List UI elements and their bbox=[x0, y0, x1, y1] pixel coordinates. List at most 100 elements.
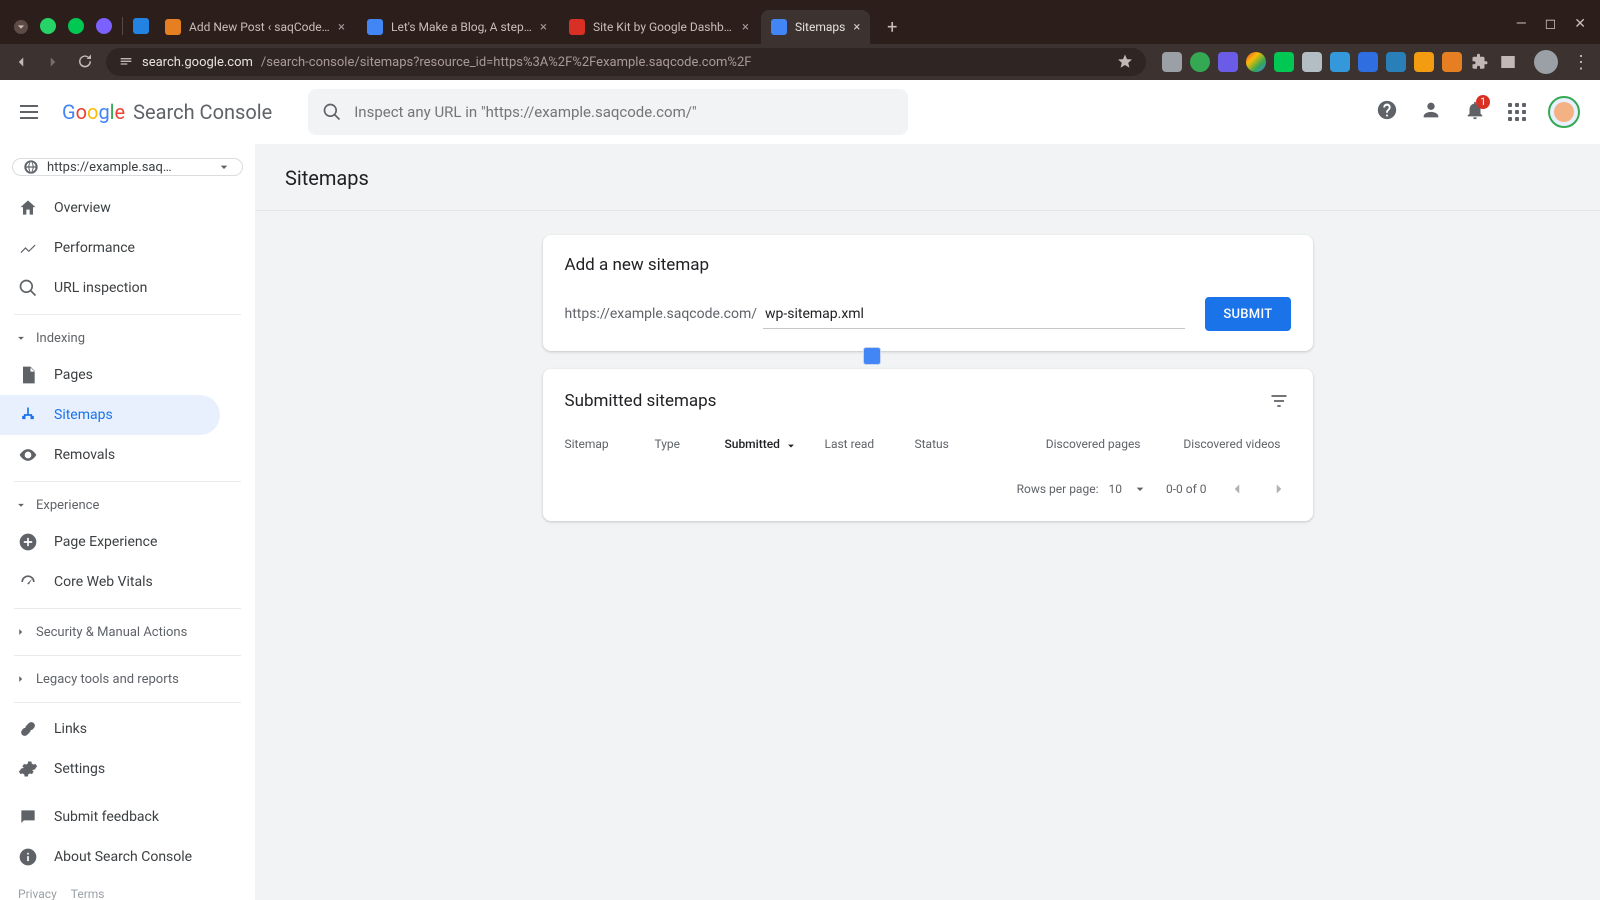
pages-icon bbox=[18, 365, 38, 385]
col-disc-videos[interactable]: Discovered videos bbox=[1151, 437, 1291, 451]
window-minimize-icon[interactable]: — bbox=[1516, 16, 1527, 32]
extension-icon[interactable] bbox=[1358, 52, 1378, 72]
url-inspect-input[interactable] bbox=[354, 103, 894, 121]
translate-icon[interactable] bbox=[863, 347, 881, 365]
window-titlebar bbox=[0, 0, 1600, 8]
extension-icon[interactable] bbox=[1330, 52, 1350, 72]
main-menu-button[interactable] bbox=[20, 100, 44, 124]
tab-close-icon[interactable]: × bbox=[853, 20, 860, 35]
users-icon[interactable] bbox=[1420, 99, 1442, 125]
sidebar-section-indexing[interactable]: Indexing bbox=[0, 321, 255, 355]
google-apps-button[interactable] bbox=[1508, 103, 1526, 121]
extension-icon[interactable] bbox=[1162, 52, 1182, 72]
search-icon bbox=[18, 278, 38, 298]
filter-button[interactable] bbox=[1267, 389, 1291, 413]
window-close-icon[interactable]: ✕ bbox=[1574, 16, 1586, 32]
sidebar-item-label: URL inspection bbox=[54, 280, 147, 296]
notification-badge: 1 bbox=[1476, 95, 1490, 109]
prev-page-button[interactable] bbox=[1225, 477, 1249, 501]
window-maximize-icon[interactable]: ◻ bbox=[1545, 16, 1557, 32]
sidebar-section-experience[interactable]: Experience bbox=[0, 488, 255, 522]
sidebar-section-label: Legacy tools and reports bbox=[36, 672, 179, 687]
browser-tab[interactable]: Site Kit by Google Dashboard ‹… × bbox=[559, 10, 759, 44]
extension-icon[interactable] bbox=[1274, 52, 1294, 72]
sidebar-item-core-web-vitals[interactable]: Core Web Vitals bbox=[0, 562, 255, 602]
extension-icon[interactable] bbox=[1218, 52, 1238, 72]
search-icon bbox=[322, 102, 342, 122]
chevron-down-icon[interactable] bbox=[1132, 481, 1148, 497]
sort-desc-icon bbox=[784, 437, 798, 451]
chevron-right-icon bbox=[14, 672, 28, 686]
col-disc-pages[interactable]: Discovered pages bbox=[1015, 437, 1151, 451]
account-avatar[interactable] bbox=[1548, 96, 1580, 128]
bookmark-star-icon[interactable] bbox=[1116, 53, 1134, 71]
gsc-logo[interactable]: Google Search Console bbox=[62, 100, 272, 124]
url-inspect-search[interactable] bbox=[308, 89, 908, 135]
terms-link[interactable]: Terms bbox=[71, 887, 105, 900]
pinned-ext-icon[interactable] bbox=[68, 18, 84, 34]
col-status[interactable]: Status bbox=[915, 437, 1015, 451]
chevron-right-icon bbox=[14, 625, 28, 639]
globe-icon bbox=[23, 159, 39, 175]
new-tab-button[interactable]: + bbox=[878, 13, 906, 41]
sitemap-path-input[interactable] bbox=[763, 300, 1185, 329]
sidebar-item-label: About Search Console bbox=[54, 849, 192, 865]
help-icon[interactable] bbox=[1376, 99, 1398, 125]
col-submitted[interactable]: Submitted bbox=[725, 437, 825, 451]
col-sitemap[interactable]: Sitemap bbox=[565, 437, 655, 451]
sidebar-item-links[interactable]: Links bbox=[0, 709, 255, 749]
sidebar-item-url-inspection[interactable]: URL inspection bbox=[0, 268, 255, 308]
side-panel-icon[interactable] bbox=[1498, 52, 1518, 72]
chrome-profile-avatar[interactable] bbox=[1534, 50, 1558, 74]
extension-icon[interactable] bbox=[1246, 52, 1266, 72]
property-selector[interactable]: https://example.saq… bbox=[12, 158, 243, 176]
trend-icon bbox=[18, 238, 38, 258]
sidebar-item-removals[interactable]: Removals bbox=[0, 435, 255, 475]
sidebar-item-feedback[interactable]: Submit feedback bbox=[0, 797, 255, 837]
browser-tab[interactable]: Let's Make a Blog, A step-by-st… × bbox=[357, 10, 557, 44]
tab-close-icon[interactable]: × bbox=[742, 20, 749, 35]
col-type[interactable]: Type bbox=[655, 437, 725, 451]
nav-reload-button[interactable] bbox=[74, 51, 96, 73]
sidebar-item-page-experience[interactable]: Page Experience bbox=[0, 522, 255, 562]
page-range: 0-0 of 0 bbox=[1166, 482, 1207, 496]
url-field[interactable]: search.google.com/search-console/sitemap… bbox=[106, 48, 1146, 76]
nav-forward-button[interactable] bbox=[42, 51, 64, 73]
sidebar-item-pages[interactable]: Pages bbox=[0, 355, 255, 395]
chrome-menu-icon[interactable]: ⋮ bbox=[1572, 52, 1590, 73]
nav-back-button[interactable] bbox=[10, 51, 32, 73]
extension-icon[interactable] bbox=[1386, 52, 1406, 72]
browser-tab-active[interactable]: Sitemaps × bbox=[761, 10, 870, 44]
extension-icon[interactable] bbox=[1302, 52, 1322, 72]
browser-tab[interactable]: Add New Post ‹ saqCode — W… × bbox=[155, 10, 355, 44]
sidebar-section-security[interactable]: Security & Manual Actions bbox=[0, 615, 255, 649]
next-page-button[interactable] bbox=[1267, 477, 1291, 501]
tab-close-icon[interactable]: × bbox=[540, 20, 547, 35]
extension-icon[interactable] bbox=[1190, 52, 1210, 72]
pinned-ext-icon[interactable] bbox=[40, 18, 56, 34]
extensions-puzzle-icon[interactable] bbox=[1470, 52, 1490, 72]
privacy-link[interactable]: Privacy bbox=[18, 887, 57, 900]
sidebar-item-overview[interactable]: Overview bbox=[0, 188, 255, 228]
site-settings-icon[interactable] bbox=[118, 54, 134, 70]
sidebar-item-performance[interactable]: Performance bbox=[0, 228, 255, 268]
sidebar-item-label: Submit feedback bbox=[54, 809, 159, 825]
extension-icon[interactable] bbox=[1414, 52, 1434, 72]
sidebar-item-sitemaps[interactable]: Sitemaps bbox=[0, 395, 220, 435]
sidebar-item-label: Settings bbox=[54, 761, 105, 777]
rows-per-page-value[interactable]: 10 bbox=[1108, 482, 1122, 496]
sidebar-item-settings[interactable]: Settings bbox=[0, 749, 255, 789]
extension-icon[interactable] bbox=[1442, 52, 1462, 72]
tab-close-icon[interactable]: × bbox=[338, 20, 345, 35]
submit-button[interactable]: SUBMIT bbox=[1205, 297, 1290, 331]
sidebar-item-about[interactable]: About Search Console bbox=[0, 837, 255, 877]
col-last-read[interactable]: Last read bbox=[825, 437, 915, 451]
tab-search-dropdown[interactable] bbox=[14, 20, 28, 34]
table-pager: Rows per page: 10 0-0 of 0 bbox=[565, 477, 1291, 501]
pinned-ext-icon[interactable] bbox=[96, 18, 112, 34]
sidebar-section-legacy[interactable]: Legacy tools and reports bbox=[0, 662, 255, 696]
sidebar-item-label: Performance bbox=[54, 240, 135, 256]
url-host: search.google.com bbox=[142, 55, 253, 70]
notifications-button[interactable]: 1 bbox=[1464, 99, 1486, 125]
pinned-ext-icon[interactable] bbox=[133, 18, 149, 34]
